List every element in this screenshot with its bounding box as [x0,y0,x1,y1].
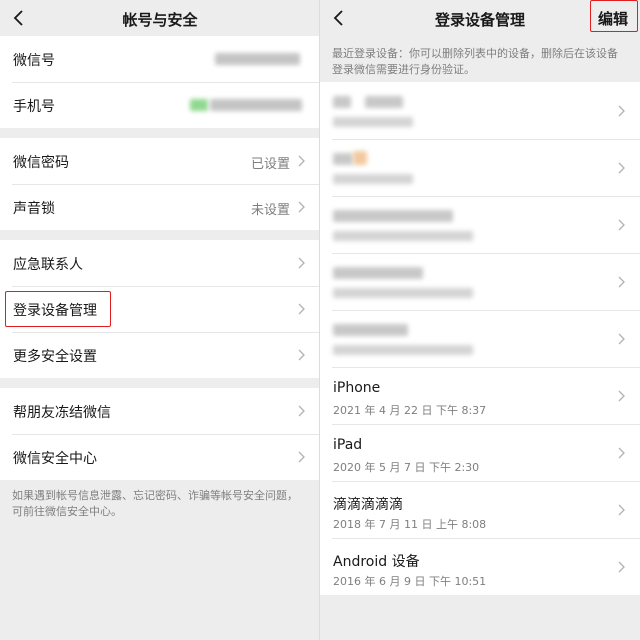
chevron-right-icon [298,303,306,315]
chevron-right-icon [618,333,626,345]
chevron-right-icon [618,105,626,117]
redacted-wechat-id [215,53,300,65]
device-row[interactable]: 滴滴滴滴滴 2018 年 7 月 11 日 上午 8:08 [320,481,640,538]
voice-lock-label: 声音锁 [13,201,55,217]
redacted-phone [190,99,208,111]
password-status: 已设置 [250,157,290,172]
help-unfreeze-label: 帮朋友冻结微信 [13,405,111,421]
voice-lock-row[interactable]: 声音锁 未设置 [0,184,320,230]
device-row-redacted[interactable] [320,196,640,253]
security-center-row[interactable]: 微信安全中心 [0,434,320,480]
redacted-device-time [333,345,473,355]
redacted-device-time [333,174,413,184]
device-last-login-time: 2018 年 7 月 11 日 上午 8:08 [333,518,487,531]
phone-label: 手机号 [13,99,55,115]
chevron-right-icon [618,390,626,402]
device-last-login-time: 2020 年 5 月 7 日 下午 2:30 [333,461,480,474]
chevron-right-icon [298,405,306,417]
phone-row[interactable]: 手机号 [0,82,320,128]
page-title: 帐号与安全 [122,11,198,29]
redacted-device-time [333,117,413,127]
chevron-right-icon [618,162,626,174]
login-devices-label: 登录设备管理 [13,303,97,319]
wechat-id-row[interactable]: 微信号 [0,36,320,82]
login-devices-screen: 登录设备管理 编辑 最近登录设备：你可以删除列表中的设备，删除后在该设备登录微信… [320,0,640,640]
chevron-right-icon [298,349,306,361]
redacted-device-name [333,96,351,108]
device-name: iPhone [333,380,381,396]
emergency-contacts-row[interactable]: 应急联系人 [0,240,320,286]
chevron-right-icon [298,257,306,269]
chevron-right-icon [618,219,626,231]
password-label: 微信密码 [13,155,69,171]
device-row[interactable]: Android 设备 2016 年 6 月 9 日 下午 10:51 [320,538,640,595]
device-row-redacted[interactable] [320,310,640,367]
account-group: 微信号 手机号 [0,36,320,128]
password-row[interactable]: 微信密码 已设置 [0,138,320,184]
redacted-device-time [333,288,473,298]
chevron-right-icon [618,561,626,573]
redacted-device-name [333,210,453,222]
device-name: iPad [333,437,363,453]
device-row-redacted[interactable] [320,82,640,139]
device-last-login-time: 2021 年 4 月 22 日 下午 8:37 [333,404,487,417]
redacted-device-name [333,267,423,279]
voice-lock-status: 未设置 [250,203,290,218]
chevron-right-icon [618,447,626,459]
chevron-right-icon [618,276,626,288]
device-row[interactable]: iPad 2020 年 5 月 7 日 下午 2:30 [320,424,640,481]
device-name: 滴滴滴滴滴 [333,497,403,513]
more-security-label: 更多安全设置 [13,349,97,365]
emergency-contacts-label: 应急联系人 [13,257,83,273]
help-unfreeze-row[interactable]: 帮朋友冻结微信 [0,388,320,434]
device-name: Android 设备 [333,554,420,570]
navbar: 登录设备管理 编辑 [320,0,640,36]
device-last-login-time: 2016 年 6 月 9 日 下午 10:51 [333,575,487,588]
edit-button[interactable]: 编辑 [598,8,628,29]
redacted-device-name [333,153,353,165]
help-group: 帮朋友冻结微信 微信安全中心 [0,388,320,480]
chevron-right-icon [618,504,626,516]
redacted-device-name [353,151,367,165]
device-row-redacted[interactable] [320,139,640,196]
login-devices-row[interactable]: 登录设备管理 [0,286,320,332]
chevron-right-icon [298,451,306,463]
more-security-row[interactable]: 更多安全设置 [0,332,320,378]
device-list: iPhone 2021 年 4 月 22 日 下午 8:37 iPad 2020… [320,82,640,595]
security-footer-note: 如果遇到帐号信息泄露、忘记密码、诈骗等帐号安全问题，可前往微信安全中心。 [12,489,298,518]
wechat-id-label: 微信号 [13,53,55,69]
device-row-redacted[interactable] [320,253,640,310]
page-title: 登录设备管理 [434,11,525,29]
redacted-phone-number [210,99,302,111]
account-security-screen: 帐号与安全 微信号 手机号 微信密码 已设置 声音锁 未设置 应急联系人 登录设… [0,0,320,640]
chevron-right-icon [298,201,306,213]
device-row[interactable]: iPhone 2021 年 4 月 22 日 下午 8:37 [320,367,640,424]
password-group: 微信密码 已设置 声音锁 未设置 [0,138,320,230]
security-group: 应急联系人 登录设备管理 更多安全设置 [0,240,320,378]
chevron-right-icon [298,155,306,167]
security-center-label: 微信安全中心 [13,451,97,467]
redacted-device-name [333,324,408,336]
navbar: 帐号与安全 [0,0,320,36]
redacted-device-time [333,231,473,241]
redacted-device-name [365,96,403,108]
devices-hint: 最近登录设备：你可以删除列表中的设备，删除后在该设备登录微信需要进行身份验证。 [332,47,618,76]
